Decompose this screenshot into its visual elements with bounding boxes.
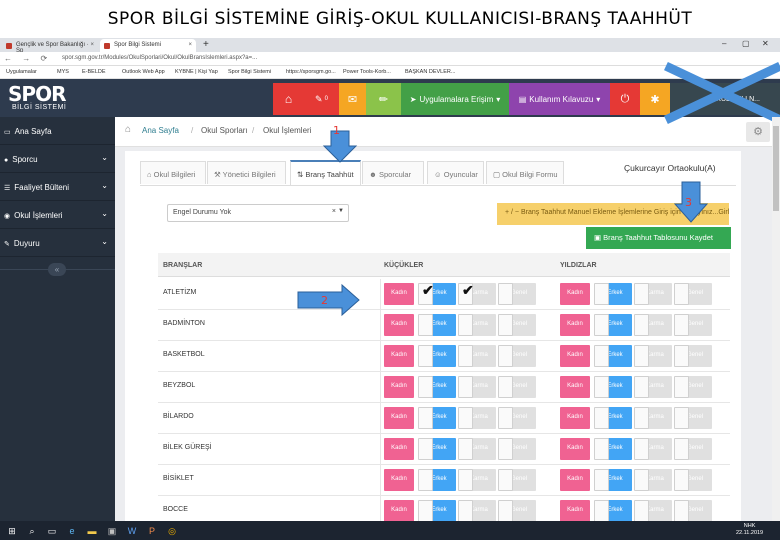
arrow-down-tab [322, 130, 358, 163]
clock: NHK 22.11.2019 [736, 523, 764, 536]
edge-icon[interactable]: e [66, 525, 78, 537]
annotation-number-2: 2 [321, 294, 328, 307]
scrollbar-thumb[interactable] [773, 126, 779, 211]
search-icon[interactable]: ⌕ [26, 525, 38, 537]
store-icon[interactable]: ▣ [106, 525, 118, 537]
task-view-icon[interactable]: ▭ [46, 525, 58, 537]
powerpoint-icon[interactable]: P [146, 525, 158, 537]
annotation-number-3: 3 [685, 196, 692, 209]
annotation-overlay [297, 62, 780, 317]
chrome-icon[interactable]: ◎ [166, 525, 178, 537]
annotation-number-1: 1 [333, 124, 340, 137]
arrow-right-row [297, 283, 360, 317]
word-icon[interactable]: W [126, 525, 138, 537]
windows-taskbar: ⊞ ⌕ ▭ e ▬ ▣ W P ◎ NHK 22.11.2019 [0, 521, 780, 540]
windows-start-icon[interactable]: ⊞ [6, 525, 18, 537]
folder-icon[interactable]: ▬ [86, 525, 98, 537]
